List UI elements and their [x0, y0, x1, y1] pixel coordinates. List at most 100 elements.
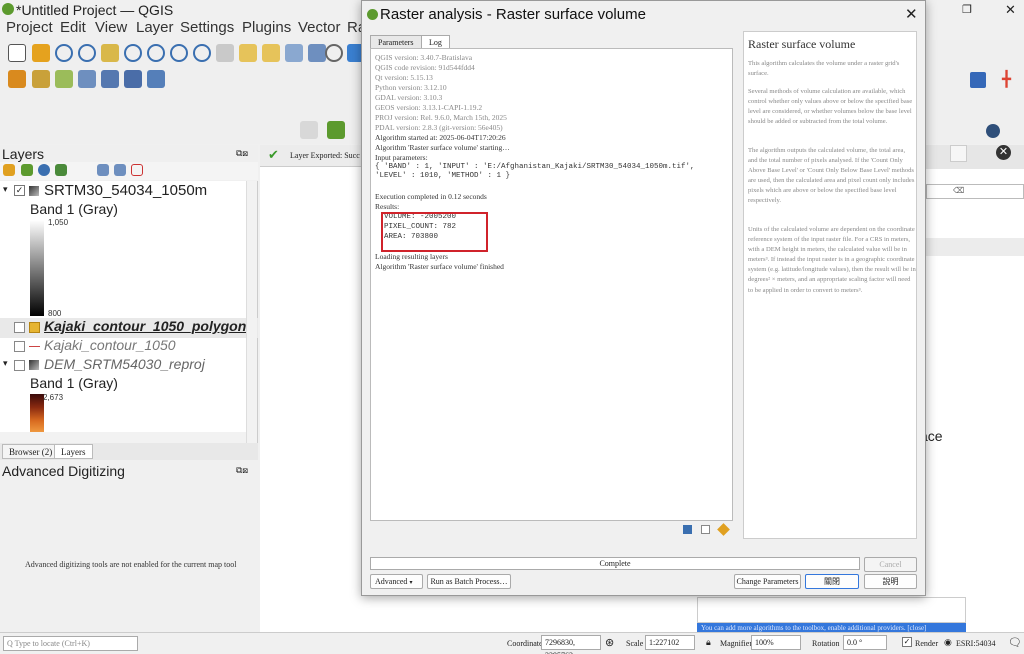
clear-log-icon[interactable]	[717, 523, 730, 536]
locator-search-input[interactable]: Q Type to locate (Ctrl+K)	[3, 636, 138, 651]
menu-view[interactable]: View	[95, 19, 127, 36]
clear-icon[interactable]: ✕	[996, 145, 1011, 160]
cancel-button[interactable]: Cancel	[864, 557, 917, 572]
menu-plugins[interactable]: Plugins	[242, 19, 291, 36]
pan-icon[interactable]	[8, 44, 26, 62]
qgis-logo-icon	[2, 3, 14, 15]
menu-vector[interactable]: Vector	[298, 19, 341, 36]
zoom-selection-icon[interactable]	[124, 44, 142, 62]
add-group-icon[interactable]	[21, 164, 33, 176]
zoom-in-icon[interactable]	[55, 44, 73, 62]
coordinate-toggle-icon[interactable]: ⊛	[605, 636, 614, 649]
polygon-symbol-icon	[29, 322, 40, 333]
remove-layer-icon[interactable]	[131, 164, 143, 176]
menu-layer[interactable]: Layer	[136, 19, 174, 36]
coordinate-field[interactable]: 7296830, 3395763	[541, 635, 601, 654]
open-styling-icon[interactable]	[3, 164, 15, 176]
add-raster-icon[interactable]	[32, 70, 50, 88]
layers-scrollbar[interactable]	[246, 181, 257, 443]
show-bookmarks-icon[interactable]	[285, 44, 303, 62]
help-button[interactable]: 說明	[864, 574, 917, 589]
rotation-field[interactable]: 0.0 °	[843, 635, 887, 650]
advanced-digitizing-message: Advanced digitizing tools are not enable…	[25, 560, 237, 569]
log-line: Algorithm 'Raster surface volume' finish…	[375, 262, 504, 271]
filter-icon[interactable]	[55, 164, 67, 176]
log-output[interactable]: QGIS version: 3.40.7-Bratislava QGIS cod…	[370, 48, 733, 536]
layer-visibility-checkbox[interactable]: ✓	[14, 185, 25, 196]
add-delimited-icon[interactable]	[55, 70, 73, 88]
add-spatialite-icon[interactable]	[78, 70, 96, 88]
close-button[interactable]: 關閉	[805, 574, 859, 589]
collapse-all-icon[interactable]	[114, 164, 126, 176]
qgis-logo-icon	[367, 9, 378, 20]
magnifier-field[interactable]: 100%	[751, 635, 801, 650]
new-bookmark-icon[interactable]	[262, 44, 280, 62]
qgis-hub-icon[interactable]	[327, 121, 345, 139]
menu-settings[interactable]: Settings	[180, 19, 234, 36]
dialog-close-icon[interactable]: ✕	[905, 5, 918, 23]
layer-visibility-checkbox[interactable]	[14, 341, 25, 352]
maximize-icon[interactable]: ❐	[962, 3, 972, 16]
refresh-icon[interactable]	[325, 44, 343, 62]
log-line: 'LEVEL' : 1010, 'METHOD' : 1 }	[375, 172, 511, 180]
bookmark-icon[interactable]	[239, 44, 257, 62]
crs-globe-icon[interactable]: ◉	[944, 637, 952, 648]
close-icon[interactable]: ✕	[1005, 2, 1016, 18]
processing-icon[interactable]	[986, 124, 1000, 138]
crosshair-icon[interactable]: ╋	[1002, 70, 1011, 88]
tab-layers[interactable]: Layers	[54, 444, 93, 459]
help-paragraph: The algorithm outputs the calculated vol…	[748, 147, 915, 205]
hub-icon[interactable]	[300, 121, 318, 139]
save-log-icon[interactable]	[683, 525, 692, 534]
toolbox-search[interactable]: ⌫	[926, 184, 1024, 199]
zoom-native-icon[interactable]	[170, 44, 188, 62]
render-checkbox[interactable]: ✓	[902, 637, 912, 647]
log-line: GEOS version: 3.13.1-CAPI-1.19.2	[375, 103, 483, 112]
collapse-arrow-icon[interactable]: ▾	[3, 184, 8, 195]
add-wfs-icon[interactable]	[124, 70, 142, 88]
pan-to-selection-icon[interactable]	[32, 44, 50, 62]
change-parameters-button[interactable]: Change Parameters	[734, 574, 801, 589]
zoom-next-icon[interactable]	[216, 44, 234, 62]
add-virtual-icon[interactable]	[147, 70, 165, 88]
zoom-out-icon[interactable]	[78, 44, 96, 62]
undock-icon[interactable]: ⧉⊠	[236, 148, 248, 159]
toolbox-row[interactable]	[926, 238, 1024, 256]
layer-visibility-checkbox[interactable]	[14, 360, 25, 371]
copy-log-icon[interactable]	[701, 525, 710, 534]
zoom-full-icon[interactable]	[101, 44, 119, 62]
log-line: Execution completed in 0.12 seconds	[375, 192, 487, 201]
zoom-last-icon[interactable]	[193, 44, 211, 62]
undock-icon[interactable]: ⧉⊠	[236, 465, 248, 476]
processing-toolbox-header: ✕	[925, 145, 1024, 169]
log-line: GDAL version: 3.10.3	[375, 93, 443, 102]
run-batch-button[interactable]: Run as Batch Process…	[427, 574, 511, 589]
zoom-layer-icon[interactable]	[147, 44, 165, 62]
advanced-dropdown[interactable]: Advanced ▾	[370, 574, 423, 589]
success-check-icon: ✔	[268, 147, 279, 162]
scale-field[interactable]: 1:227102	[645, 635, 695, 650]
expand-all-icon[interactable]	[97, 164, 109, 176]
search-clear-icon[interactable]: ⌫	[953, 186, 964, 195]
visibility-icon[interactable]	[38, 164, 50, 176]
ramp-min-label: 800	[48, 309, 62, 318]
menu-edit[interactable]: Edit	[60, 19, 86, 36]
new-map-view-icon[interactable]	[308, 44, 326, 62]
crs-label[interactable]: ESRI:54034	[956, 639, 996, 648]
collapse-arrow-icon[interactable]: ▾	[3, 358, 8, 369]
ramp-max-label: 1,050	[48, 218, 69, 227]
layers-h-scrollbar[interactable]	[0, 432, 246, 443]
messages-icon[interactable]: 🗨︎	[1008, 636, 1022, 649]
menu-project[interactable]: Project	[6, 19, 53, 36]
gray-gradient-ramp	[30, 220, 44, 316]
add-wms-icon[interactable]	[101, 70, 119, 88]
log-line: QGIS code revision: 91d544fdd4	[375, 63, 475, 72]
log-line: Qt version: 5.15.13	[375, 73, 433, 82]
layer-item-contour-polygon[interactable]: Kajaki_contour_1050_polygon	[0, 318, 258, 338]
layer-visibility-checkbox[interactable]	[14, 322, 25, 333]
lock-icon[interactable]: 🔒︎	[706, 637, 711, 648]
help-toolbar-icon[interactable]	[970, 72, 986, 88]
toolbox-button[interactable]	[950, 145, 967, 162]
tab-browser[interactable]: Browser (2)	[2, 444, 60, 459]
add-vector-icon[interactable]	[8, 70, 26, 88]
